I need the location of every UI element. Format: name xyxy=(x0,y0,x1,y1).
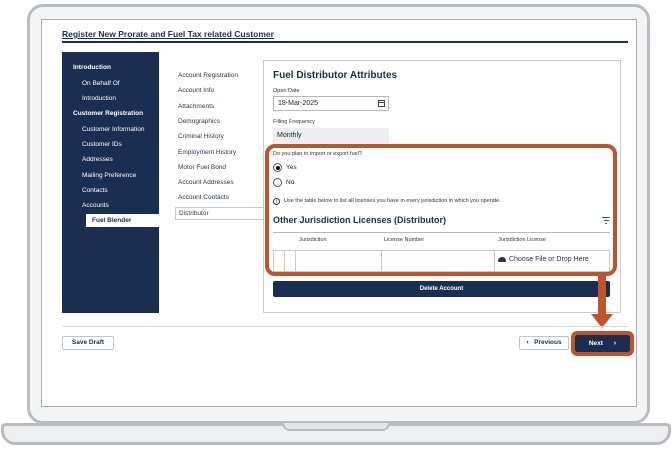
open-date-field[interactable]: 18-Mar-2025 xyxy=(273,96,389,111)
filter-icon[interactable] xyxy=(602,217,610,224)
calendar-icon[interactable] xyxy=(378,100,385,107)
nav-item-contacts[interactable]: Contacts xyxy=(62,187,159,194)
table-divider xyxy=(295,250,296,272)
import-export-question: Do you plan to import or export fuel? xyxy=(273,151,362,157)
file-upload-dropzone[interactable]: Choose File or Drop Here xyxy=(498,256,589,263)
open-date-label: Open Date xyxy=(273,88,300,94)
info-icon: i xyxy=(273,198,280,205)
radio-yes[interactable] xyxy=(273,163,282,172)
section-item-distributor[interactable]: Distributor xyxy=(175,207,267,220)
nav-item-mailing-preference[interactable]: Mailing Preference xyxy=(62,172,159,179)
laptop-notch xyxy=(282,423,390,431)
delete-account-button[interactable]: Delete Account xyxy=(273,281,610,297)
column-header-jurisdiction-license: Jurisdiction License xyxy=(498,237,546,243)
footer-divider xyxy=(62,326,628,327)
table-divider xyxy=(284,250,285,272)
chevron-left-icon: ‹ xyxy=(526,339,529,346)
section-item-account-info[interactable]: Account Info xyxy=(178,87,214,94)
nav-item-addresses[interactable]: Addresses xyxy=(62,156,159,163)
filing-frequency-field[interactable]: Monthly xyxy=(273,128,389,144)
chevron-right-icon: › xyxy=(613,340,617,347)
table-divider xyxy=(381,250,382,272)
column-header-license-number: License Number xyxy=(384,237,425,243)
save-draft-button[interactable]: Save Draft xyxy=(62,336,114,350)
nav-item-on-behalf-of[interactable]: On Behalf Of xyxy=(62,80,159,87)
radio-no[interactable] xyxy=(273,178,282,187)
open-date-value: 18-Mar-2025 xyxy=(278,100,319,107)
radio-yes-label[interactable]: Yes xyxy=(286,164,297,171)
nav-item-customer-registration[interactable]: Customer Registration xyxy=(62,110,159,117)
page-title[interactable]: Register New Prorate and Fuel Tax relate… xyxy=(62,29,274,39)
filing-frequency-label: Filling Frequency xyxy=(273,119,315,125)
table-divider xyxy=(494,250,495,272)
radio-no-label[interactable]: No xyxy=(286,179,294,186)
previous-label: Previous xyxy=(534,339,562,346)
nav-item-fuel-blender[interactable]: Fuel Blender xyxy=(86,214,159,227)
section-item-employment-history[interactable]: Employment History xyxy=(178,149,236,156)
section-item-account-contacts[interactable]: Account Contacts xyxy=(178,194,229,201)
nav-item-customer-information[interactable]: Customer Information xyxy=(62,126,159,133)
section-item-criminal-history[interactable]: Criminal History xyxy=(178,133,224,140)
section-item-motor-fuel-bond[interactable]: Motor Fuel Bond xyxy=(178,164,226,171)
next-label: Next xyxy=(588,340,603,347)
previous-button[interactable]: ‹ Previous xyxy=(519,336,569,350)
nav-item-accounts[interactable]: Accounts xyxy=(62,202,159,209)
section-title: Fuel Distributor Attributes xyxy=(273,70,398,81)
column-header-jurisdiction: Jurisdiction xyxy=(299,237,327,243)
nav-item-introduction[interactable]: Introduction xyxy=(62,95,159,102)
section-item-attachments[interactable]: Attachments xyxy=(178,103,214,110)
title-divider xyxy=(62,41,628,43)
cloud-upload-icon xyxy=(498,256,506,262)
upload-label: Choose File or Drop Here xyxy=(509,256,589,263)
section-item-demographics[interactable]: Demographics xyxy=(178,118,220,125)
licenses-title: Other Jurisdiction Licenses (Distributor… xyxy=(273,215,447,225)
info-text: Use the table below to list all licenses… xyxy=(284,198,501,204)
left-nav: Introduction On Behalf Of Introduction C… xyxy=(62,52,159,313)
nav-item-customer-ids[interactable]: Customer IDs xyxy=(62,141,159,148)
section-item-account-registration[interactable]: Account Registration xyxy=(178,72,238,79)
next-button[interactable]: Next › xyxy=(575,335,630,352)
section-item-account-addresses[interactable]: Account Addresses xyxy=(178,179,234,186)
nav-item-introduction-header[interactable]: Introduction xyxy=(62,64,159,71)
arrow-shaft xyxy=(598,276,606,316)
